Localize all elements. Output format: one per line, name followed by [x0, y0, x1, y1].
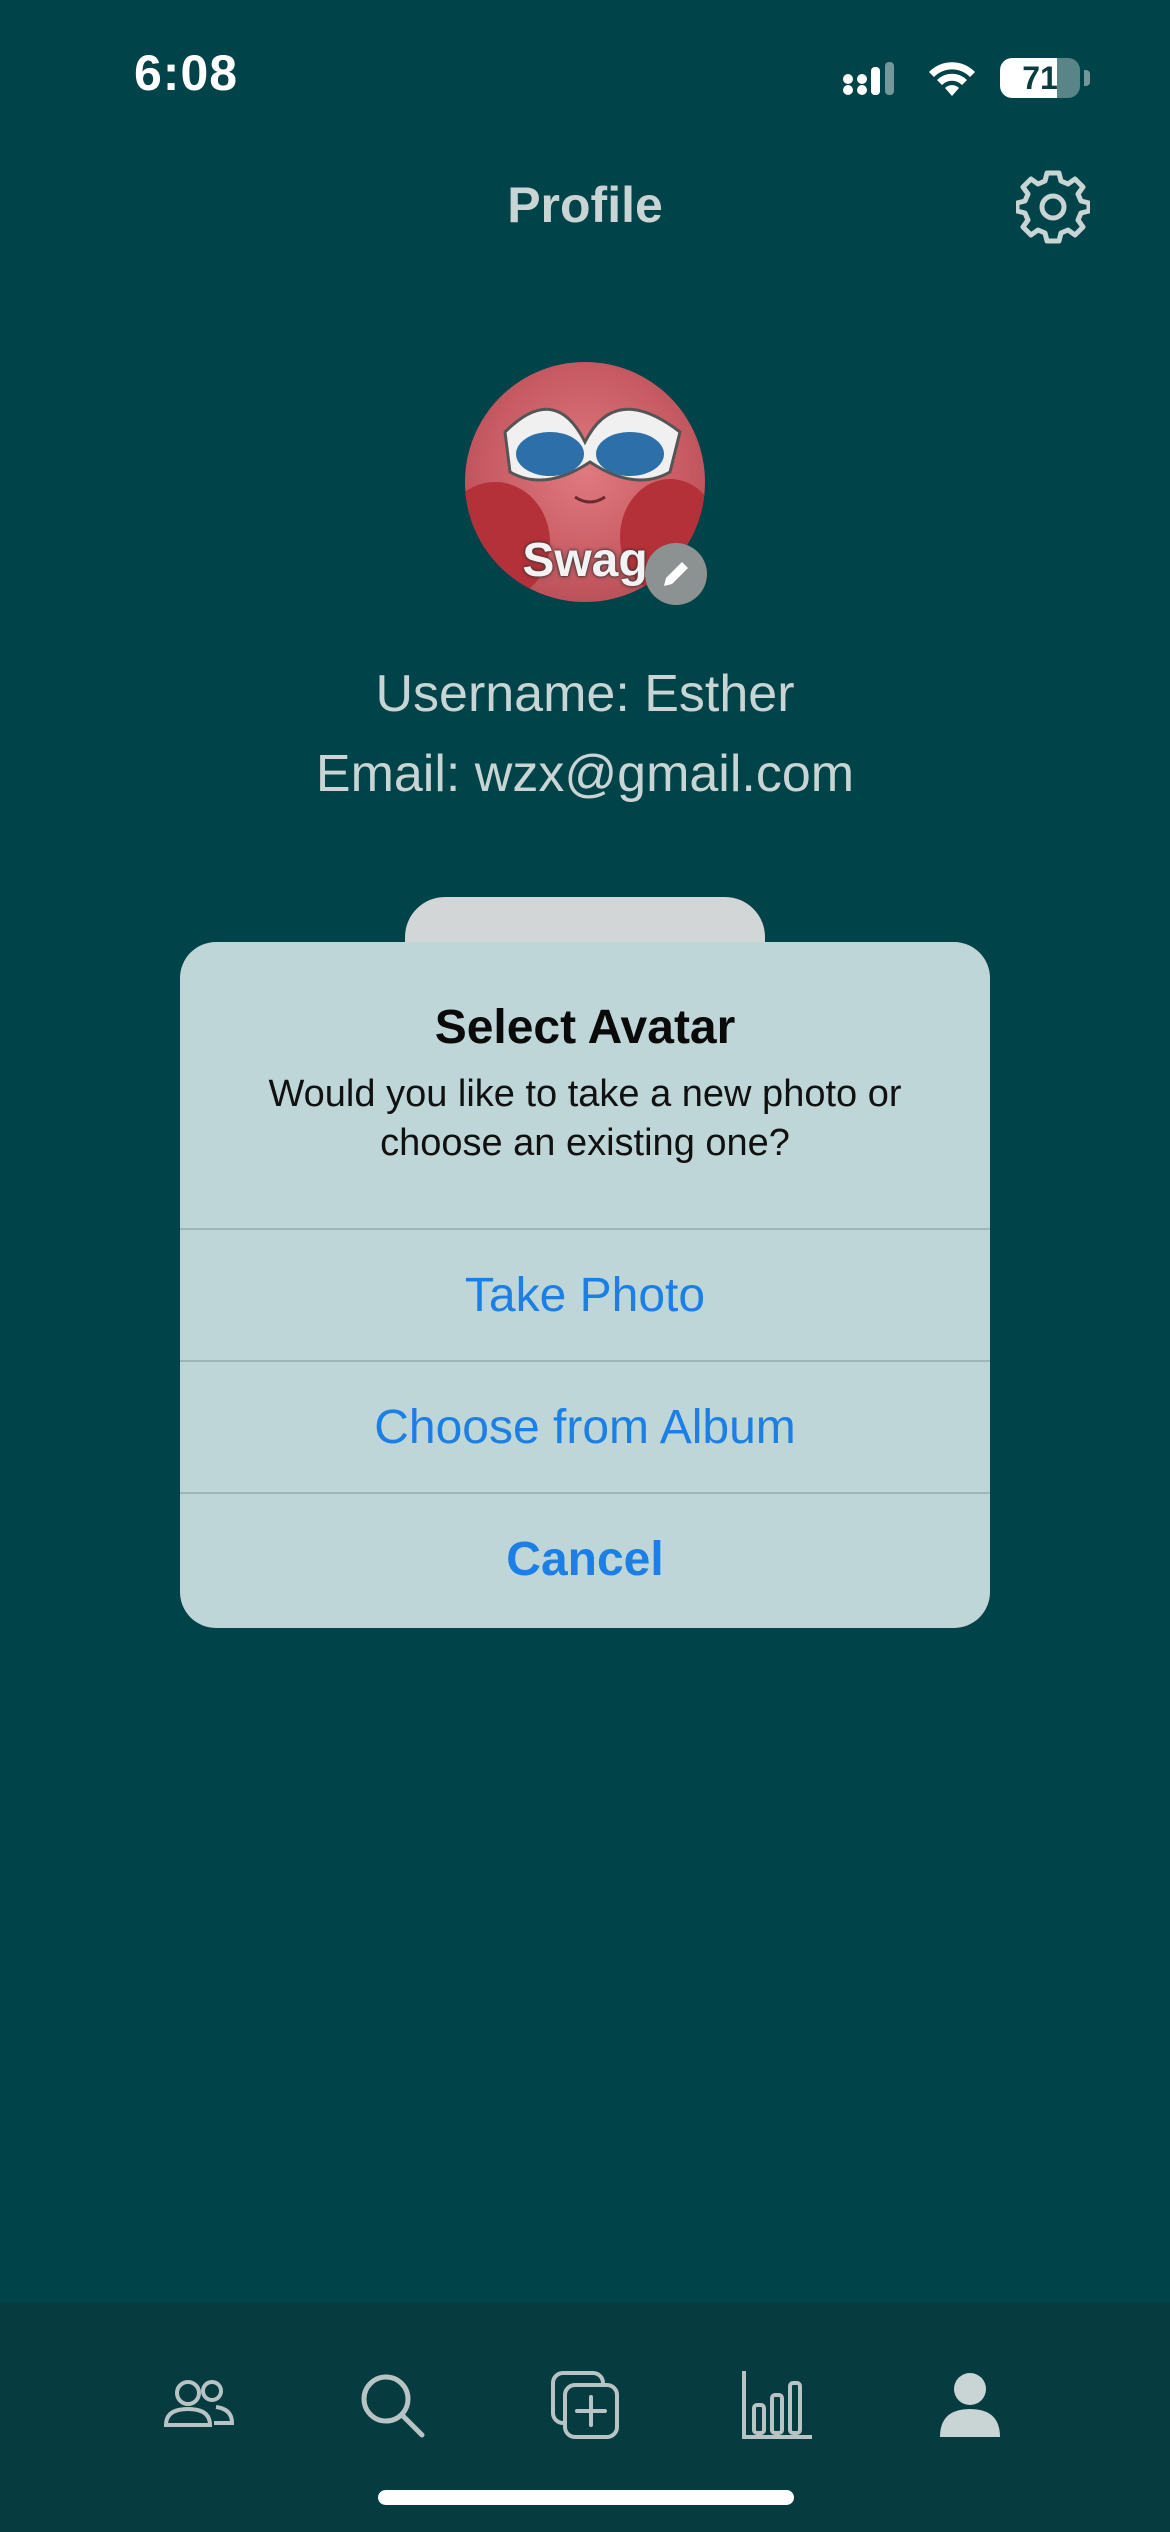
- search-icon: [361, 2374, 425, 2438]
- alert-title: Select Avatar: [434, 1001, 736, 1054]
- tab-add[interactable]: [545, 2365, 625, 2445]
- alert-message: Would you like to take a new photo or ch…: [220, 1070, 950, 1168]
- profile-screen: 6:08 71 Profile Swag Username: Esther Em…: [0, 0, 1170, 2532]
- add-post-icon: [551, 2371, 619, 2439]
- tab-stats[interactable]: [738, 2365, 818, 2445]
- alert-message-line: Would you like to take a new photo or: [268, 1073, 902, 1115]
- choose-from-album-button[interactable]: Choose from Album: [180, 1360, 990, 1492]
- home-indicator: [378, 2490, 794, 2505]
- tab-search[interactable]: [352, 2365, 432, 2445]
- tab-friends[interactable]: [158, 2365, 238, 2445]
- tab-profile[interactable]: [930, 2365, 1010, 2445]
- friends-icon: [163, 2380, 235, 2427]
- profile-icon: [940, 2373, 1000, 2437]
- take-photo-button[interactable]: Take Photo: [180, 1228, 990, 1360]
- stats-icon: [742, 2371, 812, 2439]
- cancel-button[interactable]: Cancel: [180, 1492, 990, 1624]
- alert-message-line: choose an existing one?: [380, 1122, 790, 1164]
- select-avatar-alert: Select Avatar Would you like to take a n…: [180, 942, 990, 1628]
